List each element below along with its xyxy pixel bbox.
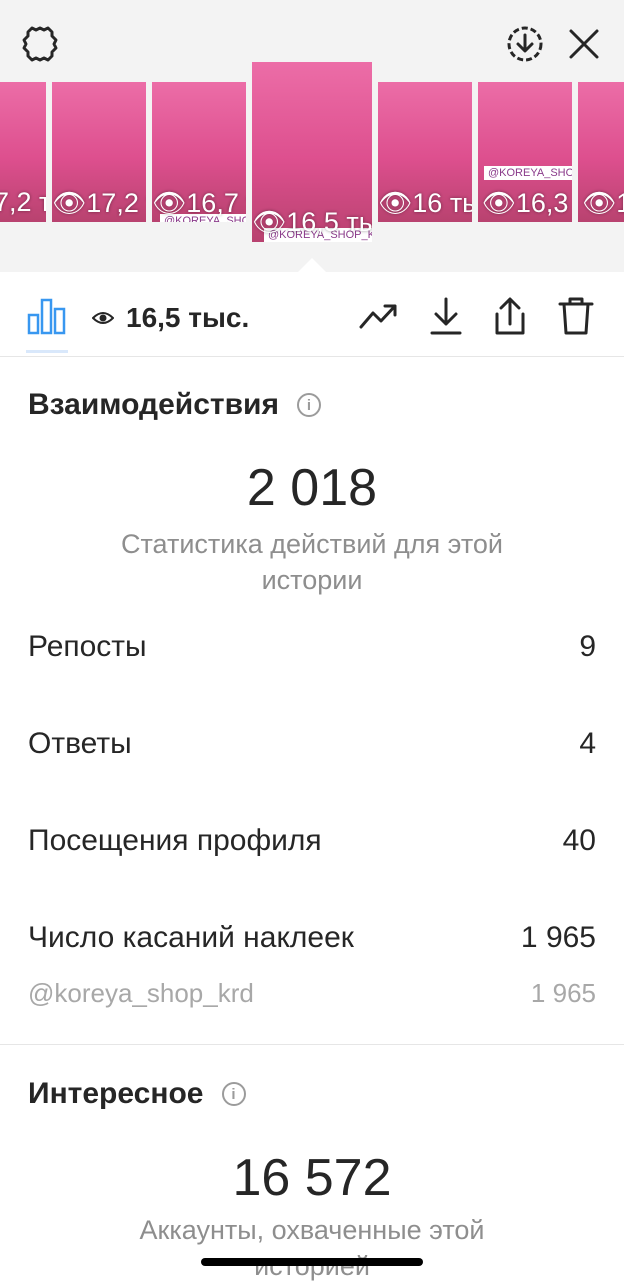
story-views-value: 16,3: [515, 188, 569, 218]
stat-row-replies: Ответы 4: [28, 727, 596, 761]
eye-icon: [92, 312, 114, 324]
story-preview-area: 7,2 т 👁17,2 т @KOREYA_SHOP_KRD 👁16,7 т @…: [0, 0, 624, 272]
active-tab-indicator: [26, 350, 68, 353]
story-toolbar: 16,5 тыс.: [0, 272, 624, 357]
views-count: 16,5 тыс.: [92, 302, 249, 334]
stat-row-sticker-account: @koreya_shop_krd 1 965: [28, 978, 596, 1009]
info-icon[interactable]: i: [221, 1082, 246, 1106]
story-thumbnail[interactable]: 👁16 ты: [378, 82, 472, 222]
interactions-title: Взаимодействия i: [28, 388, 321, 422]
story-views: 👁17,2 т: [52, 187, 146, 219]
stat-value: 4: [579, 727, 596, 760]
stat-label: @koreya_shop_krd: [28, 978, 254, 1008]
stat-label: Ответы: [28, 727, 132, 760]
story-thumbnail[interactable]: 👁17,2 т: [52, 82, 146, 222]
stat-value: 40: [562, 824, 596, 857]
info-icon[interactable]: i: [296, 393, 321, 417]
trash-icon: [558, 297, 594, 335]
stat-value: 1 965: [520, 921, 596, 954]
interactions-total: 2 018: [246, 459, 378, 517]
story-views-value: 16,7 т: [186, 188, 246, 218]
promote-button[interactable]: [356, 296, 402, 336]
story-tag: @KOREYA_SHOP_KRD: [484, 166, 572, 180]
story-views: 👁16,3: [481, 188, 569, 218]
story-views: 👁16,5 тыс.: [252, 206, 372, 238]
download-circle-icon: [507, 26, 543, 62]
story-thumbnail[interactable]: 👁18: [578, 82, 624, 222]
story-views: 👁18: [582, 187, 624, 219]
interactions-title-text: Взаимодействия: [28, 388, 279, 421]
discovery-total: 16 572: [232, 1149, 392, 1207]
bar-chart-icon: [27, 298, 66, 335]
close-icon: [569, 29, 599, 59]
stat-row-profile-visits: Посещения профиля 40: [28, 824, 596, 858]
story-thumbnail[interactable]: 7,2 т: [0, 82, 46, 222]
discovery-title: Интересное i: [28, 1077, 246, 1111]
story-thumbnail[interactable]: @KOREYA_SHOP_KRD 👁16,3: [478, 82, 572, 222]
stat-row-sticker-taps: Число касаний наклеек 1 965: [28, 921, 596, 955]
download-icon: [430, 297, 462, 335]
story-thumbnail-strip[interactable]: 7,2 т 👁17,2 т @KOREYA_SHOP_KRD 👁16,7 т @…: [0, 60, 624, 250]
stat-label: Посещения профиля: [28, 824, 322, 857]
delete-button[interactable]: [554, 294, 598, 338]
stat-label: Репосты: [28, 630, 147, 663]
story-views: 👁16,7 т: [152, 187, 246, 219]
home-indicator[interactable]: [201, 1258, 423, 1266]
trending-icon: [359, 304, 397, 329]
insights-tab[interactable]: [24, 294, 70, 338]
story-thumbnail[interactable]: @KOREYA_SHOP_KRD 👁16,7 т: [152, 82, 246, 222]
share-icon: [495, 297, 525, 335]
share-button[interactable]: [488, 294, 532, 338]
stat-label: Число касаний наклеек: [28, 921, 354, 954]
story-views: 7,2 т: [0, 187, 46, 217]
story-thumbnail-selected[interactable]: @KOREYA_SHOP_KRD 👁16,5 тыс.: [252, 62, 372, 242]
interactions-subtitle: Статистика действий для этой истории: [120, 529, 503, 595]
discovery-title-text: Интересное: [28, 1077, 204, 1110]
views-count-value: 16,5 тыс.: [126, 302, 250, 333]
story-views-value: 18: [616, 188, 624, 218]
stat-row-reposts: Репосты 9: [28, 630, 596, 664]
stat-value: 1 965: [530, 978, 596, 1008]
section-divider: [0, 1044, 624, 1045]
story-views-value: 16,5 тыс.: [286, 207, 372, 237]
story-views-value: 17,2 т: [86, 188, 146, 218]
gear-icon: [22, 26, 58, 62]
discovery-subtitle: Аккаунты, охваченные этой историей: [139, 1215, 485, 1281]
stat-value: 9: [579, 630, 596, 663]
download-button[interactable]: [424, 294, 468, 338]
story-views: 👁16 ты: [378, 187, 472, 219]
story-views-value: 16 ты: [412, 188, 472, 218]
